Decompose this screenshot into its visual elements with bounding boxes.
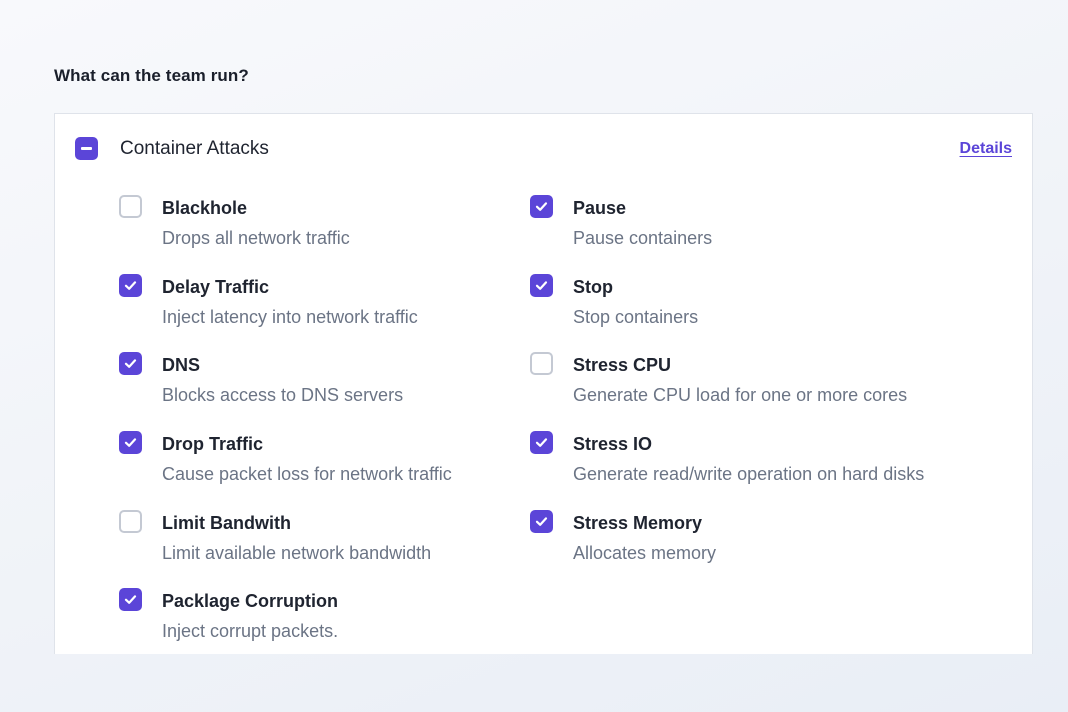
attack-checkbox[interactable] <box>530 195 553 218</box>
attack-description: Inject corrupt packets. <box>162 621 339 641</box>
attack-item-packlage-corruption[interactable]: Packlage Corruption Inject corrupt packe… <box>119 588 559 658</box>
attack-item-stress-memory[interactable]: Stress Memory Allocates memory <box>530 510 970 580</box>
group-checkbox-indeterminate[interactable] <box>75 137 98 160</box>
attack-checkbox[interactable] <box>119 352 142 375</box>
attack-item-blackhole[interactable]: Blackhole Drops all network traffic <box>119 195 559 265</box>
checkmark-icon <box>124 438 137 447</box>
attack-checkbox[interactable] <box>530 352 553 375</box>
checkmark-icon <box>124 595 137 604</box>
group-title: Container Attacks <box>120 138 269 159</box>
attack-item-stress-cpu[interactable]: Stress CPU Generate CPU load for one or … <box>530 352 970 422</box>
attack-checkbox[interactable] <box>119 274 142 297</box>
attack-description: Stop containers <box>573 307 699 327</box>
attack-description: Inject latency into network traffic <box>162 307 418 327</box>
checkmark-icon <box>535 517 548 526</box>
attack-description: Limit available network bandwidth <box>162 543 432 563</box>
container-attacks-panel: Container Attacks Details Blackhole Drop… <box>54 113 1033 654</box>
attack-item-pause[interactable]: Pause Pause containers <box>530 195 970 265</box>
attack-title: Stop <box>573 277 613 297</box>
attack-item-delay-traffic[interactable]: Delay Traffic Inject latency into networ… <box>119 274 559 344</box>
attack-description: Cause packet loss for network traffic <box>162 464 452 484</box>
attack-checkbox[interactable] <box>119 431 142 454</box>
attack-item-stress-io[interactable]: Stress IO Generate read/write operation … <box>530 431 970 501</box>
attack-description: Allocates memory <box>573 543 717 563</box>
attack-description: Generate read/write operation on hard di… <box>573 464 925 484</box>
attack-checkbox[interactable] <box>530 431 553 454</box>
checkmark-icon <box>535 202 548 211</box>
section-heading: What can the team run? <box>54 66 249 85</box>
attack-description: Pause containers <box>573 228 713 248</box>
attack-description: Blocks access to DNS servers <box>162 385 404 405</box>
attack-title: Limit Bandwith <box>162 513 291 533</box>
attack-item-limit-bandwith[interactable]: Limit Bandwith Limit available network b… <box>119 510 559 580</box>
attack-checkbox[interactable] <box>530 510 553 533</box>
attack-item-stop[interactable]: Stop Stop containers <box>530 274 970 344</box>
attack-title: Stress Memory <box>573 513 703 533</box>
checkmark-icon <box>124 359 137 368</box>
attack-title: Stress CPU <box>573 355 672 375</box>
attack-description: Generate CPU load for one or more cores <box>573 385 908 405</box>
attack-checkbox[interactable] <box>530 274 553 297</box>
checkmark-icon <box>535 281 548 290</box>
attack-title: Packlage Corruption <box>162 591 339 611</box>
group-header: Container Attacks Details <box>55 114 1032 184</box>
attack-checkbox[interactable] <box>119 195 142 218</box>
details-link[interactable]: Details <box>960 140 1012 158</box>
attack-description: Drops all network traffic <box>162 228 350 248</box>
attack-checkbox[interactable] <box>119 510 142 533</box>
attack-item-drop-traffic[interactable]: Drop Traffic Cause packet loss for netwo… <box>119 431 559 501</box>
checkmark-icon <box>124 281 137 290</box>
attack-title: Blackhole <box>162 198 248 218</box>
attack-title: Drop Traffic <box>162 434 264 454</box>
attack-item-dns[interactable]: DNS Blocks access to DNS servers <box>119 352 559 422</box>
attack-title: Delay Traffic <box>162 277 270 297</box>
attack-title: DNS <box>162 355 201 375</box>
attack-title: Pause <box>573 198 627 218</box>
attack-title: Stress IO <box>573 434 653 454</box>
checkmark-icon <box>535 438 548 447</box>
attack-checkbox[interactable] <box>119 588 142 611</box>
